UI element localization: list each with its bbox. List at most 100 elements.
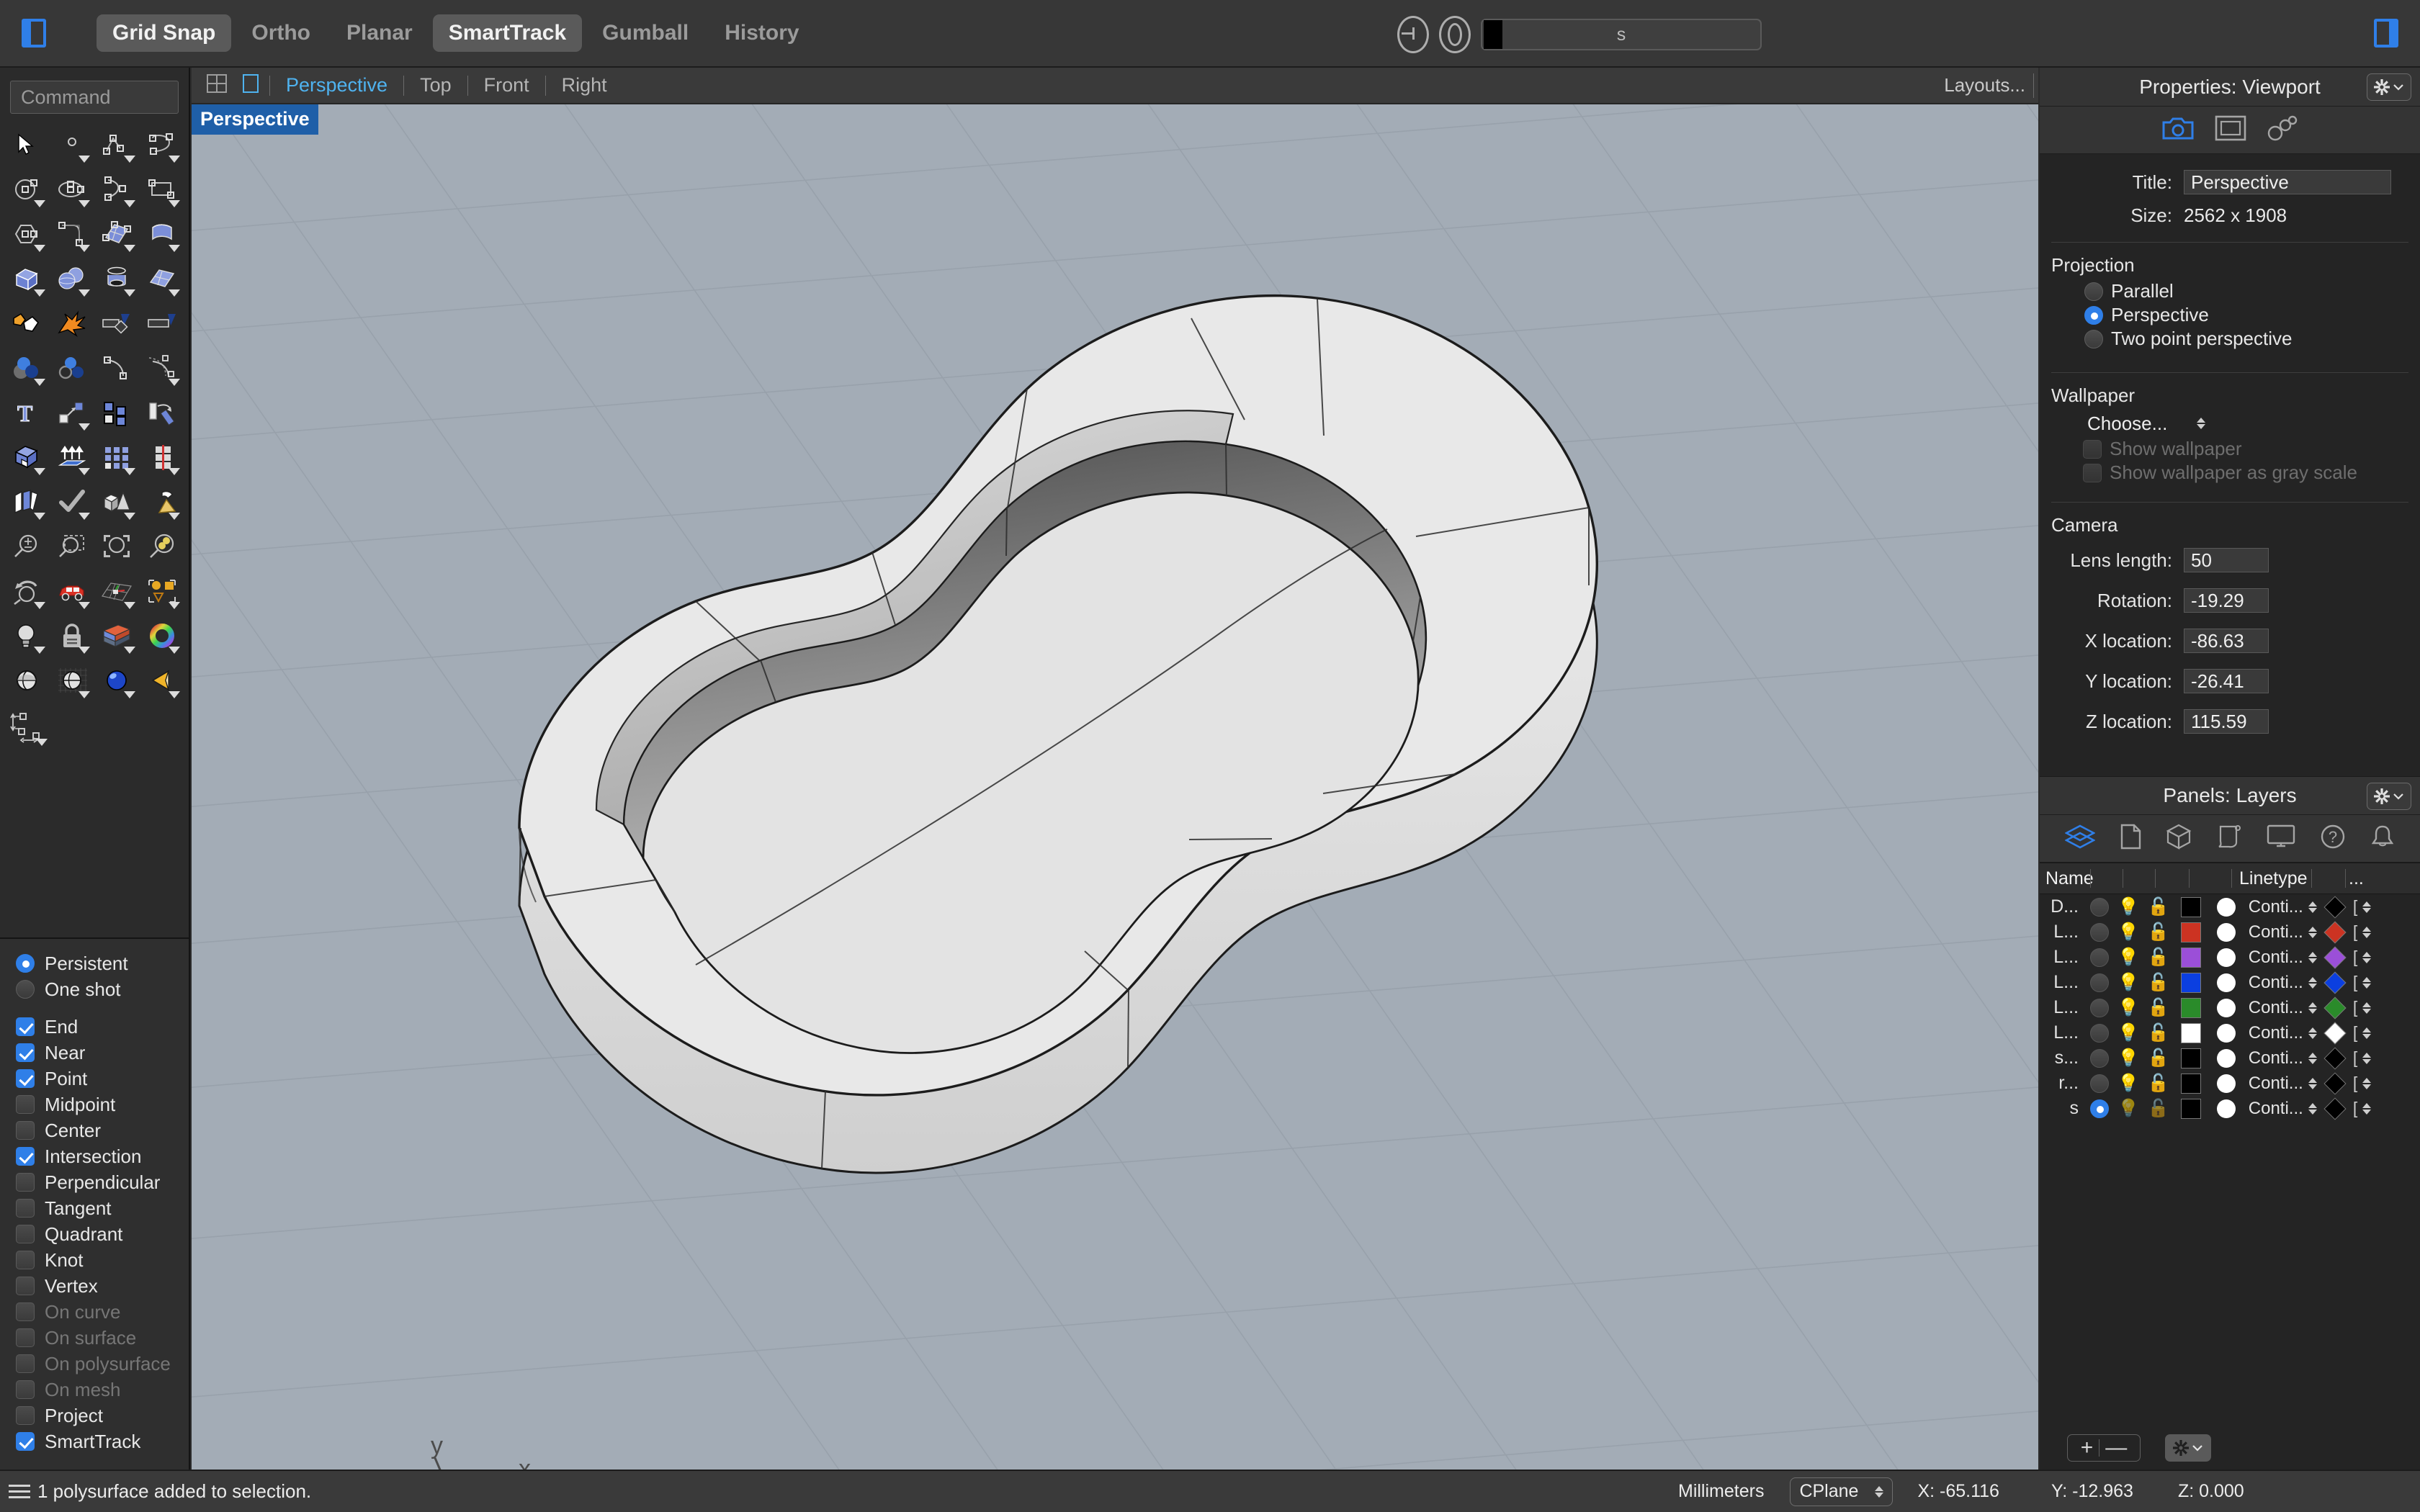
radio-perspective[interactable] [2084,306,2103,325]
select-stepper-icon[interactable] [2362,901,2371,913]
layer-name[interactable]: s [2040,1098,2081,1119]
osnap-perpendicular[interactable]: Perpendicular [16,1169,189,1195]
layer-name[interactable]: L... [2040,997,2081,1018]
layer-linetype[interactable]: Conti... [2249,998,2303,1018]
box-icon[interactable] [4,256,50,301]
right-panel-toggle-icon[interactable] [2374,19,2398,48]
layer-print-color[interactable] [2217,973,2236,992]
viewport-tab-perspective[interactable]: Perspective [280,74,393,96]
layer-print-color[interactable] [2217,898,2236,917]
layer-linetype[interactable]: Conti... [2249,922,2303,942]
osnap-mode-persistent[interactable]: Persistent [16,950,189,976]
rotate-icon[interactable] [140,390,185,435]
text-icon[interactable]: T [4,390,50,435]
sphere-icon[interactable] [50,256,95,301]
layer-color-swatch[interactable] [2181,1074,2201,1094]
osnap-point[interactable]: Point [16,1066,189,1092]
pan-car-icon[interactable] [50,569,95,613]
zoom-extents-icon[interactable] [94,524,140,569]
layer-lock-icon[interactable]: 🔓 [2148,1075,2169,1092]
ghosted-view-icon[interactable] [50,658,95,703]
layouts-button[interactable]: Layouts... [1944,74,2025,96]
col-linetype[interactable]: Linetype [2232,863,2311,894]
checkbox-vertex[interactable] [16,1277,35,1295]
properties-gear-button[interactable] [2367,73,2411,101]
checkbox-center[interactable] [16,1121,35,1140]
copy-icon[interactable] [94,390,140,435]
layer-lock-icon[interactable]: 🔓 [2148,974,2169,991]
layer-name[interactable]: L... [2040,922,2081,942]
trim-icon[interactable] [94,301,140,346]
mode-planar[interactable]: Planar [331,14,429,52]
layer-visibility-bulb-icon[interactable]: 💡 [2118,974,2139,991]
layer-print-color[interactable] [2217,999,2236,1017]
osnap-tangent[interactable]: Tangent [16,1195,189,1221]
surface-from-curves-icon[interactable] [94,212,140,256]
current-layer-radio[interactable] [2090,973,2109,992]
cylinder-icon[interactable] [94,256,140,301]
dimension-icon[interactable] [9,706,52,750]
osnap-smarttrack[interactable]: SmartTrack [16,1428,189,1454]
layer-linetype[interactable]: Conti... [2249,1099,2303,1119]
layer-linetype[interactable]: Conti... [2249,897,2303,917]
y-location-input[interactable]: -26.41 [2184,669,2269,693]
table-row[interactable]: L...💡🔓Conti...[ [2040,995,2420,1020]
extrude-icon[interactable] [50,435,95,480]
mode-gumball[interactable]: Gumball [586,14,704,52]
checkbox-intersection[interactable] [16,1147,35,1166]
layer-visibility-bulb-icon[interactable]: 💡 [2118,1025,2139,1042]
wallpaper-choose-select[interactable]: Choose... [2087,410,2420,437]
layer-linetype[interactable]: Conti... [2249,973,2303,993]
rendered-view-icon[interactable] [94,658,140,703]
radio-one-shot[interactable] [16,980,35,999]
array-icon[interactable] [94,435,140,480]
layer-color-swatch[interactable] [2181,948,2201,968]
viewport-canvas[interactable]: x y z [192,104,2038,1470]
current-layer-radio[interactable] [2090,898,2109,917]
osnap-toggle-icon[interactable] [1397,16,1429,53]
viewport-tab-right[interactable]: Right [556,74,613,96]
layer-print-color[interactable] [2217,1049,2236,1068]
surface-patch-icon[interactable] [140,256,185,301]
layer-material-swatch[interactable] [2323,971,2346,994]
viewport-frame-icon[interactable] [2215,115,2246,145]
checkbox-quadrant[interactable] [16,1225,35,1243]
layer-print-color[interactable] [2217,1024,2236,1043]
layer-material-swatch[interactable] [2323,896,2346,918]
top-command-field[interactable]: s [1481,19,1762,50]
object-cube-icon[interactable] [2166,824,2192,853]
layer-name[interactable]: L... [2040,1022,2081,1043]
select-stepper-icon[interactable] [2362,927,2371,938]
layer-material-swatch[interactable] [2323,1097,2346,1120]
polygon-icon[interactable] [4,212,50,256]
table-row[interactable]: L...💡🔓Conti...[ [2040,1020,2420,1045]
checkbox-end[interactable] [16,1017,35,1036]
point-icon[interactable] [50,122,95,167]
boolean-union-icon[interactable] [4,301,50,346]
layer-material-swatch[interactable] [2323,996,2346,1019]
layer-lock-icon[interactable]: 🔓 [2148,1025,2169,1042]
current-layer-radio[interactable] [2090,1024,2109,1043]
select-stepper-icon[interactable] [2308,1002,2317,1014]
select-stepper-icon[interactable] [2362,1002,2371,1014]
layer-visibility-bulb-icon[interactable]: 💡 [2118,1100,2139,1117]
osnap-mode-one-shot[interactable]: One shot [16,976,189,1002]
ellipse-icon[interactable] [50,167,95,212]
layer-visibility-bulb-icon[interactable]: 💡 [2118,999,2139,1017]
select-stepper-icon[interactable] [2308,927,2317,938]
table-row[interactable]: L...💡🔓Conti...[ [2040,919,2420,945]
layer-lock-icon[interactable]: 🔓 [2148,999,2169,1017]
layer-color-swatch[interactable] [2181,998,2201,1018]
current-layer-radio[interactable] [2090,923,2109,942]
add-remove-layer-buttons[interactable]: + — [2067,1434,2141,1462]
col-name[interactable]: Name [2040,863,2090,894]
layer-linetype[interactable]: Conti... [2249,1074,2303,1094]
viewport-name-label[interactable]: Perspective [192,104,318,135]
table-row[interactable]: L...💡🔓Conti...[ [2040,945,2420,970]
undo-view-icon[interactable] [4,569,50,613]
table-row[interactable]: s💡🔓Conti...[ [2040,1096,2420,1121]
pyramid-grab-icon[interactable] [140,480,185,524]
x-location-input[interactable]: -86.63 [2184,629,2269,653]
select-objects-icon[interactable] [140,569,185,613]
boolean-split-icon[interactable] [50,346,95,390]
